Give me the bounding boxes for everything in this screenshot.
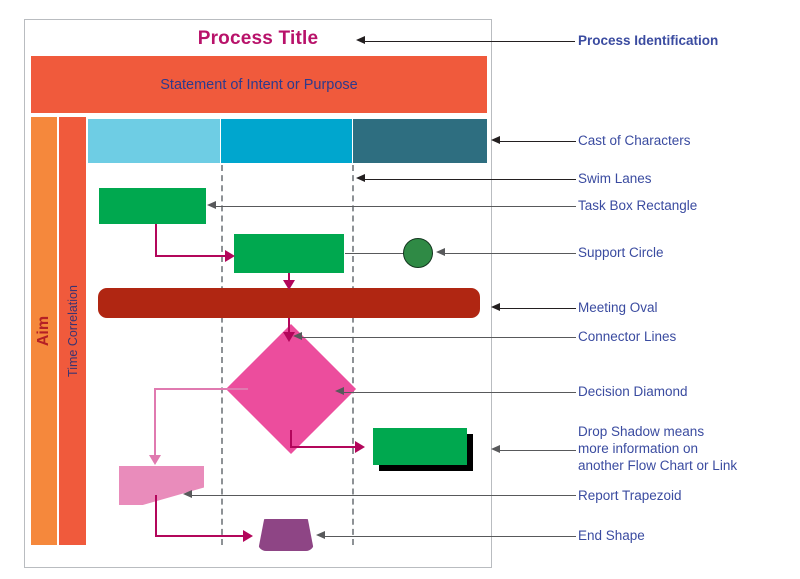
- leader-circle-link: [345, 253, 403, 254]
- leader-cast-of-characters: [500, 141, 576, 142]
- connector-task1-vertical: [155, 224, 157, 257]
- arrowhead-task-box-rectangle: [207, 201, 216, 209]
- swimlane-header-1: [88, 119, 220, 163]
- leader-drop-shadow: [500, 450, 576, 451]
- statement-of-intent-text: Statement of Intent or Purpose: [160, 76, 358, 93]
- swimlane-header-3: [353, 119, 487, 163]
- leader-connector-lines: [302, 337, 576, 338]
- arrowhead-decision-diamond: [335, 387, 344, 395]
- support-circle-shape: [403, 238, 433, 268]
- callout-support-circle: Support Circle: [578, 245, 664, 260]
- callout-drop-shadow-line-2: more information on: [578, 441, 699, 456]
- connector-diamond-bottom-horizontal: [290, 446, 362, 448]
- task-box-rectangle-2: [234, 234, 344, 273]
- arrowhead-cast-of-characters: [491, 136, 500, 144]
- arrowhead-drop-shadow: [491, 445, 500, 453]
- leader-decision-diamond: [344, 392, 576, 393]
- arrowhead-report-trapezoid: [183, 490, 192, 498]
- arrowhead-connector-lines: [293, 332, 302, 340]
- leader-support-circle: [445, 253, 576, 254]
- leader-swim-lanes: [365, 179, 576, 180]
- leader-meeting-oval: [500, 308, 576, 309]
- aim-column: Aim: [31, 117, 57, 545]
- callout-task-box-rectangle: Task Box Rectangle: [578, 198, 698, 213]
- callout-drop-shadow: Drop Shadow means more information on an…: [578, 423, 793, 474]
- leader-task-box-rectangle: [216, 206, 576, 207]
- callout-process-identification: Process Identification: [578, 33, 719, 48]
- callout-cast-of-characters: Cast of Characters: [578, 133, 691, 148]
- page-title: Process Title: [197, 28, 319, 49]
- swimlane-divider-1: [221, 165, 223, 545]
- arrowhead-meeting-oval: [491, 303, 500, 311]
- callout-decision-diamond: Decision Diamond: [578, 384, 688, 399]
- connector-trapezoid-arrowhead: [243, 530, 253, 542]
- time-correlation-label: Time Correlation: [65, 285, 80, 377]
- arrowhead-process-identification: [356, 36, 365, 44]
- drop-shadow-task-box: [373, 428, 467, 465]
- connector-diamond-left-arrowhead: [149, 455, 161, 465]
- connector-diamond-left-vertical: [154, 388, 156, 460]
- callout-drop-shadow-line-1: Drop Shadow means: [578, 424, 705, 439]
- task-box-rectangle-1: [99, 188, 206, 224]
- aim-label: Aim: [35, 315, 53, 347]
- swimlane-header-2: [221, 119, 352, 163]
- connector-task2-arrowhead: [283, 280, 295, 290]
- callout-drop-shadow-line-3: another Flow Chart or Link: [578, 458, 738, 473]
- callout-swim-lanes: Swim Lanes: [578, 171, 652, 186]
- arrowhead-swim-lanes: [356, 174, 365, 182]
- connector-trapezoid-horizontal: [155, 535, 250, 537]
- arrowhead-end-shape: [316, 531, 325, 539]
- meeting-oval-shape: [98, 288, 480, 318]
- connector-trapezoid-vertical: [155, 495, 157, 537]
- callout-report-trapezoid: Report Trapezoid: [578, 488, 682, 503]
- connector-task1-arrowhead: [225, 250, 235, 262]
- leader-process-identification: [365, 41, 575, 42]
- end-shape-trapezoid: [258, 519, 314, 551]
- statement-of-intent-bar: Statement of Intent or Purpose: [31, 56, 487, 113]
- connector-task1-horizontal: [155, 255, 233, 257]
- callout-meeting-oval: Meeting Oval: [578, 300, 658, 315]
- leader-end-shape: [325, 536, 576, 537]
- connector-diamond-left-horizontal: [154, 388, 248, 390]
- callout-end-shape: End Shape: [578, 528, 645, 543]
- callout-connector-lines: Connector Lines: [578, 329, 677, 344]
- arrowhead-support-circle: [436, 248, 445, 256]
- time-correlation-column: Time Correlation: [59, 117, 86, 545]
- connector-diamond-bottom-arrowhead: [355, 441, 365, 453]
- swimlane-divider-2: [352, 165, 354, 545]
- connector-diamond-bottom-vertical: [290, 430, 292, 447]
- leader-report-trapezoid: [192, 495, 576, 496]
